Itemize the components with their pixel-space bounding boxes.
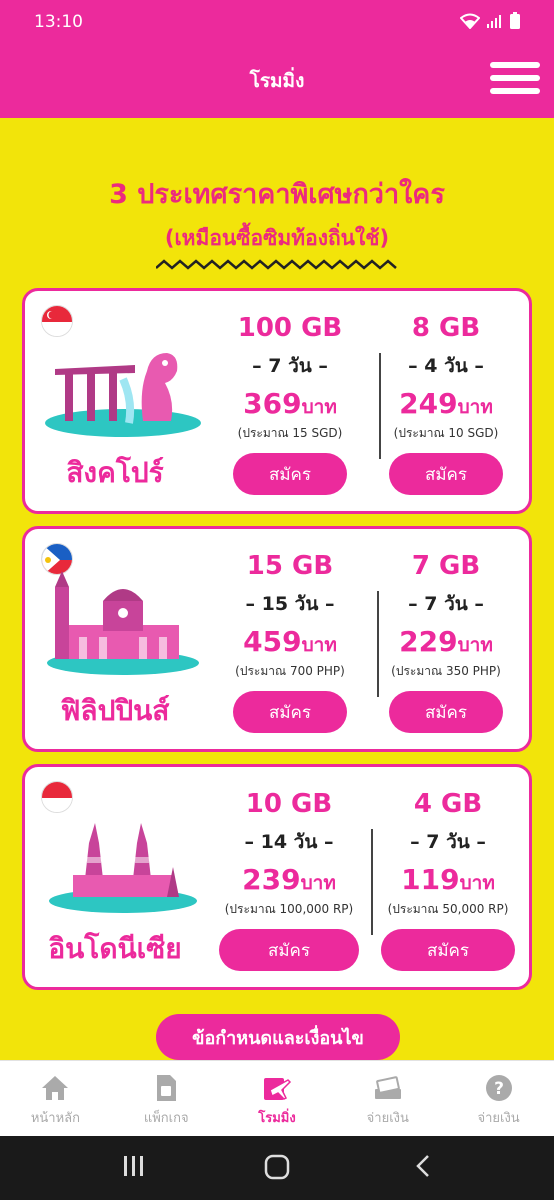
plan-card: 10 GB – 14 วัน – 239บาท (ประมาณ 100,000 … [209, 789, 369, 971]
nav-item-package[interactable]: แพ็กเกจ [111, 1061, 222, 1136]
country-card-indonesia: อินโดนีเซีย 10 GB – 14 วัน – 239บาท (ประ… [22, 764, 532, 990]
plan-duration: – 7 วัน – [252, 355, 328, 377]
bottom-nav: หน้าหลัก แพ็กเกจ โรมมิ่ง จ่ายเงิน ? จ่าย… [0, 1060, 554, 1136]
country-name: สิงคโปร์ [66, 456, 164, 489]
plan-price: 119บาท [373, 863, 523, 898]
price-unit: บาท [301, 634, 337, 656]
app-header: โรมมิ่ง [0, 44, 554, 118]
country-card-philippines: ฟิลิปปินส์ 15 GB – 15 วัน – 459บาท (ประม… [22, 526, 532, 752]
nav-item-roaming[interactable]: โรมมิ่ง [222, 1061, 333, 1136]
plan-approx-price: (ประมาณ 15 SGD) [237, 426, 343, 440]
promo-heading: 3 ประเทศราคาพิเศษกว่าใคร [109, 179, 445, 210]
status-time: 13:10 [34, 12, 83, 32]
promo-subheading: (เหมือนซื้อซิมท้องถิ่นใช้) [164, 226, 390, 250]
indonesia-flag-icon [41, 781, 73, 813]
signup-button[interactable]: สมัคร [389, 691, 503, 733]
nav-label: จ่ายเงิน [477, 1111, 520, 1126]
plan-price: 369บาท [215, 387, 365, 422]
plan-price: 459บาท [215, 625, 365, 660]
nav-label: แพ็กเกจ [143, 1111, 189, 1126]
signup-button[interactable]: สมัคร [233, 453, 347, 495]
plan-duration: – 15 วัน – [245, 593, 335, 615]
price-value: 229 [399, 625, 458, 658]
price-unit: บาท [300, 872, 336, 894]
status-bar: 13:10 [0, 0, 554, 44]
plan-card: 8 GB – 4 วัน – 249บาท (ประมาณ 10 SGD) สม… [371, 313, 521, 495]
plan-data-amount: 4 GB [413, 789, 483, 819]
price-unit: บาท [459, 872, 495, 894]
svg-text:?: ? [494, 1079, 504, 1099]
marina-bay-merlion-icon [45, 353, 201, 437]
plan-data-amount: 7 GB [411, 551, 481, 581]
nav-label: หน้าหลัก [30, 1111, 80, 1126]
nav-item-home[interactable]: หน้าหลัก [0, 1061, 111, 1136]
plan-data-amount: 10 GB [245, 789, 333, 819]
battery-icon [510, 12, 520, 29]
back-icon[interactable] [414, 1154, 432, 1182]
plan-card: 7 GB – 7 วัน – 229บาท (ประมาณ 350 PHP) ส… [371, 551, 521, 733]
help-icon: ? [485, 1073, 513, 1103]
nav-item-help[interactable]: ? จ่ายเงิน [443, 1061, 554, 1136]
hamburger-menu-icon[interactable] [490, 62, 540, 98]
price-value: 119 [401, 863, 460, 896]
price-unit: บาท [457, 634, 493, 656]
price-unit: บาท [457, 396, 493, 418]
signup-button[interactable]: สมัคร [389, 453, 503, 495]
plan-approx-price: (ประมาณ 50,000 RP) [387, 902, 509, 916]
plan-price: 229บาท [371, 625, 521, 660]
price-unit: บาท [301, 396, 337, 418]
payment-icon [374, 1073, 402, 1103]
plan-approx-price: (ประมาณ 100,000 RP) [224, 902, 354, 916]
signup-button[interactable]: สมัคร [233, 691, 347, 733]
plan-approx-price: (ประมาณ 700 PHP) [235, 664, 345, 678]
plan-duration: – 7 วัน – [408, 593, 484, 615]
plan-duration: – 4 วัน – [408, 355, 484, 377]
plan-approx-price: (ประมาณ 350 PHP) [391, 664, 501, 678]
plan-duration: – 7 วัน – [410, 831, 486, 853]
plan-duration: – 14 วัน – [244, 831, 334, 853]
nav-label: โรมมิ่ง [258, 1111, 296, 1126]
nav-label: จ่ายเงิน [366, 1111, 409, 1126]
recent-apps-icon[interactable] [122, 1154, 146, 1182]
signup-button[interactable]: สมัคร [381, 929, 515, 971]
plan-data-amount: 8 GB [411, 313, 481, 343]
page-title: โรมมิ่ง [249, 70, 305, 92]
plan-card: 100 GB – 7 วัน – 369บาท (ประมาณ 15 SGD) … [215, 313, 365, 495]
zigzag-divider [156, 259, 397, 270]
country-name: อินโดนีเซีย [48, 932, 182, 965]
plan-price: 239บาท [209, 863, 369, 898]
plan-approx-price: (ประมาณ 10 SGD) [393, 426, 499, 440]
plan-data-amount: 15 GB [246, 551, 334, 581]
country-name: ฟิลิปปินส์ [60, 694, 170, 727]
system-navigation-bar [0, 1136, 554, 1200]
sim-card-icon [155, 1073, 177, 1103]
price-value: 249 [399, 387, 458, 420]
signup-button[interactable]: สมัคร [219, 929, 359, 971]
status-icons [460, 12, 520, 29]
philippines-landmark-icon [47, 571, 199, 675]
signal-icon [486, 13, 502, 29]
bali-gate-landmark-icon [49, 823, 197, 913]
price-value: 369 [243, 387, 302, 420]
plan-data-amount: 100 GB [237, 313, 343, 343]
plan-card: 4 GB – 7 วัน – 119บาท (ประมาณ 50,000 RP)… [373, 789, 523, 971]
wifi-icon [460, 13, 480, 29]
country-card-singapore: สิงคโปร์ 100 GB – 7 วัน – 369บาท (ประมาณ… [22, 288, 532, 514]
nav-item-payment[interactable]: จ่ายเงิน [332, 1061, 443, 1136]
plan-card: 15 GB – 15 วัน – 459บาท (ประมาณ 700 PHP)… [215, 551, 365, 733]
home-icon [41, 1073, 69, 1103]
price-value: 239 [242, 863, 301, 896]
terms-and-conditions-button[interactable]: ข้อกำหนดและเงื่อนไข [156, 1014, 400, 1060]
roaming-plane-icon [262, 1073, 292, 1103]
home-button-icon[interactable] [264, 1154, 290, 1184]
plan-price: 249บาท [371, 387, 521, 422]
price-value: 459 [243, 625, 302, 658]
